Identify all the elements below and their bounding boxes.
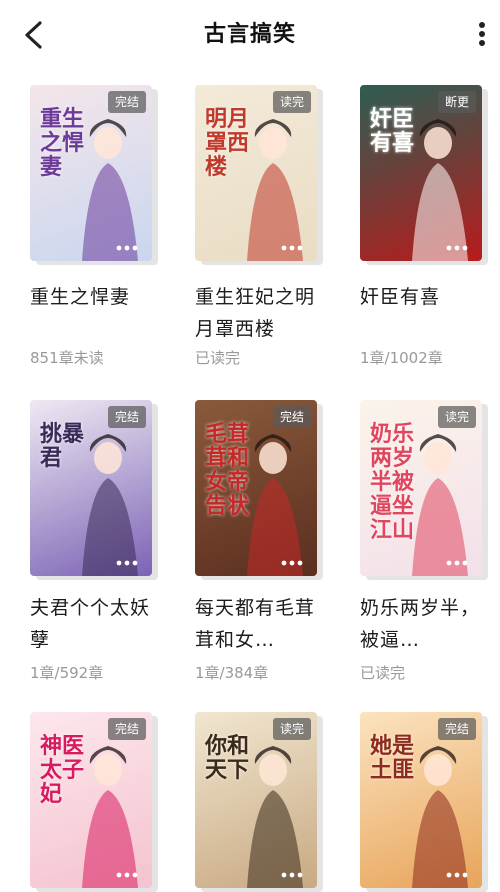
book-progress: 1章/384章 <box>195 664 269 682</box>
top-bar: 古言搞笑 <box>0 0 500 70</box>
status-badge: 完结 <box>107 91 146 113</box>
book-cover[interactable]: 重生之悍妻 完结 <box>30 85 152 261</box>
cover-title: 挑暴君 <box>40 421 85 471</box>
book-card[interactable]: 挑暴君 完结夫君个个太妖孽 1章/592章 <box>30 400 180 700</box>
book-card[interactable]: 你和天下 读完 <box>195 712 345 892</box>
cover-title: 你和天下 <box>205 733 250 783</box>
book-progress: 1章/592章 <box>30 664 104 682</box>
cover-title: 毛茸茸和女帝告状 <box>205 421 250 519</box>
status-badge: 读完 <box>272 91 311 113</box>
book-cover[interactable]: 神医太子妃 完结 <box>30 712 152 888</box>
status-badge: 完结 <box>272 406 311 428</box>
status-badge: 完结 <box>437 718 476 740</box>
more-dots-icon[interactable] <box>446 872 468 878</box>
cover-title: 重生之悍妻 <box>40 106 85 180</box>
book-progress: 1章/1002章 <box>360 349 443 367</box>
book-card[interactable]: 重生之悍妻 完结 重生之悍妻 851章未读 <box>30 85 180 385</box>
book-cover[interactable]: 毛茸茸和女帝告状 完结 <box>195 400 317 576</box>
book-title: 每天都有毛茸茸和女… <box>195 597 316 651</box>
cover-title: 明月罩西楼 <box>205 106 250 180</box>
cover-title: 奸臣有喜 <box>370 106 415 156</box>
book-title: 重生狂妃之明月罩西楼 <box>195 286 316 340</box>
more-vertical-icon <box>479 22 485 46</box>
book-progress: 851章未读 <box>30 349 104 367</box>
more-button[interactable] <box>470 16 494 52</box>
more-dots-icon[interactable] <box>116 560 138 566</box>
book-card[interactable]: 毛茸茸和女帝告状 完结每天都有毛茸茸和女… 1章/384章 <box>195 400 345 700</box>
book-card[interactable]: 她是土匪 完结 <box>360 712 500 892</box>
book-card[interactable]: 明月罩西楼 读完重生狂妃之明月罩西楼已读完 <box>195 85 345 385</box>
book-card[interactable]: 神医太子妃 完结 <box>30 712 180 892</box>
status-badge: 断更 <box>437 91 476 113</box>
page-title: 古言搞笑 <box>203 22 296 47</box>
more-dots-icon[interactable] <box>116 245 138 251</box>
book-card[interactable]: 奸臣有喜 断更 奸臣有喜 1章/1002章 <box>360 85 500 385</box>
book-title: 奸臣有喜 <box>360 286 441 308</box>
book-cover[interactable]: 明月罩西楼 读完 <box>195 85 317 261</box>
more-dots-icon[interactable] <box>446 245 468 251</box>
status-badge: 完结 <box>107 406 146 428</box>
more-dots-icon[interactable] <box>281 560 303 566</box>
book-progress: 已读完 <box>360 664 406 682</box>
more-dots-icon[interactable] <box>281 872 303 878</box>
cover-title: 奶乐两岁半被逼坐江山 <box>370 421 415 543</box>
book-cover[interactable]: 奸臣有喜 断更 <box>360 85 482 261</box>
book-progress: 已读完 <box>195 349 241 367</box>
book-card[interactable]: 奶乐两岁半被逼坐江山 读完奶乐两岁半，被逼… 已读完 <box>360 400 500 700</box>
book-cover[interactable]: 你和天下 读完 <box>195 712 317 888</box>
book-title: 夫君个个太妖孽 <box>30 597 151 651</box>
book-title: 奶乐两岁半，被逼… <box>360 597 481 651</box>
book-cover[interactable]: 她是土匪 完结 <box>360 712 482 888</box>
cover-title: 她是土匪 <box>370 733 415 783</box>
more-dots-icon[interactable] <box>116 872 138 878</box>
more-dots-icon[interactable] <box>446 560 468 566</box>
status-badge: 完结 <box>107 718 146 740</box>
status-badge: 读完 <box>437 406 476 428</box>
status-badge: 读完 <box>272 718 311 740</box>
cover-title: 神医太子妃 <box>40 733 85 807</box>
book-cover[interactable]: 挑暴君 完结 <box>30 400 152 576</box>
more-dots-icon[interactable] <box>281 245 303 251</box>
book-cover[interactable]: 奶乐两岁半被逼坐江山 读完 <box>360 400 482 576</box>
book-title: 重生之悍妻 <box>30 286 131 308</box>
